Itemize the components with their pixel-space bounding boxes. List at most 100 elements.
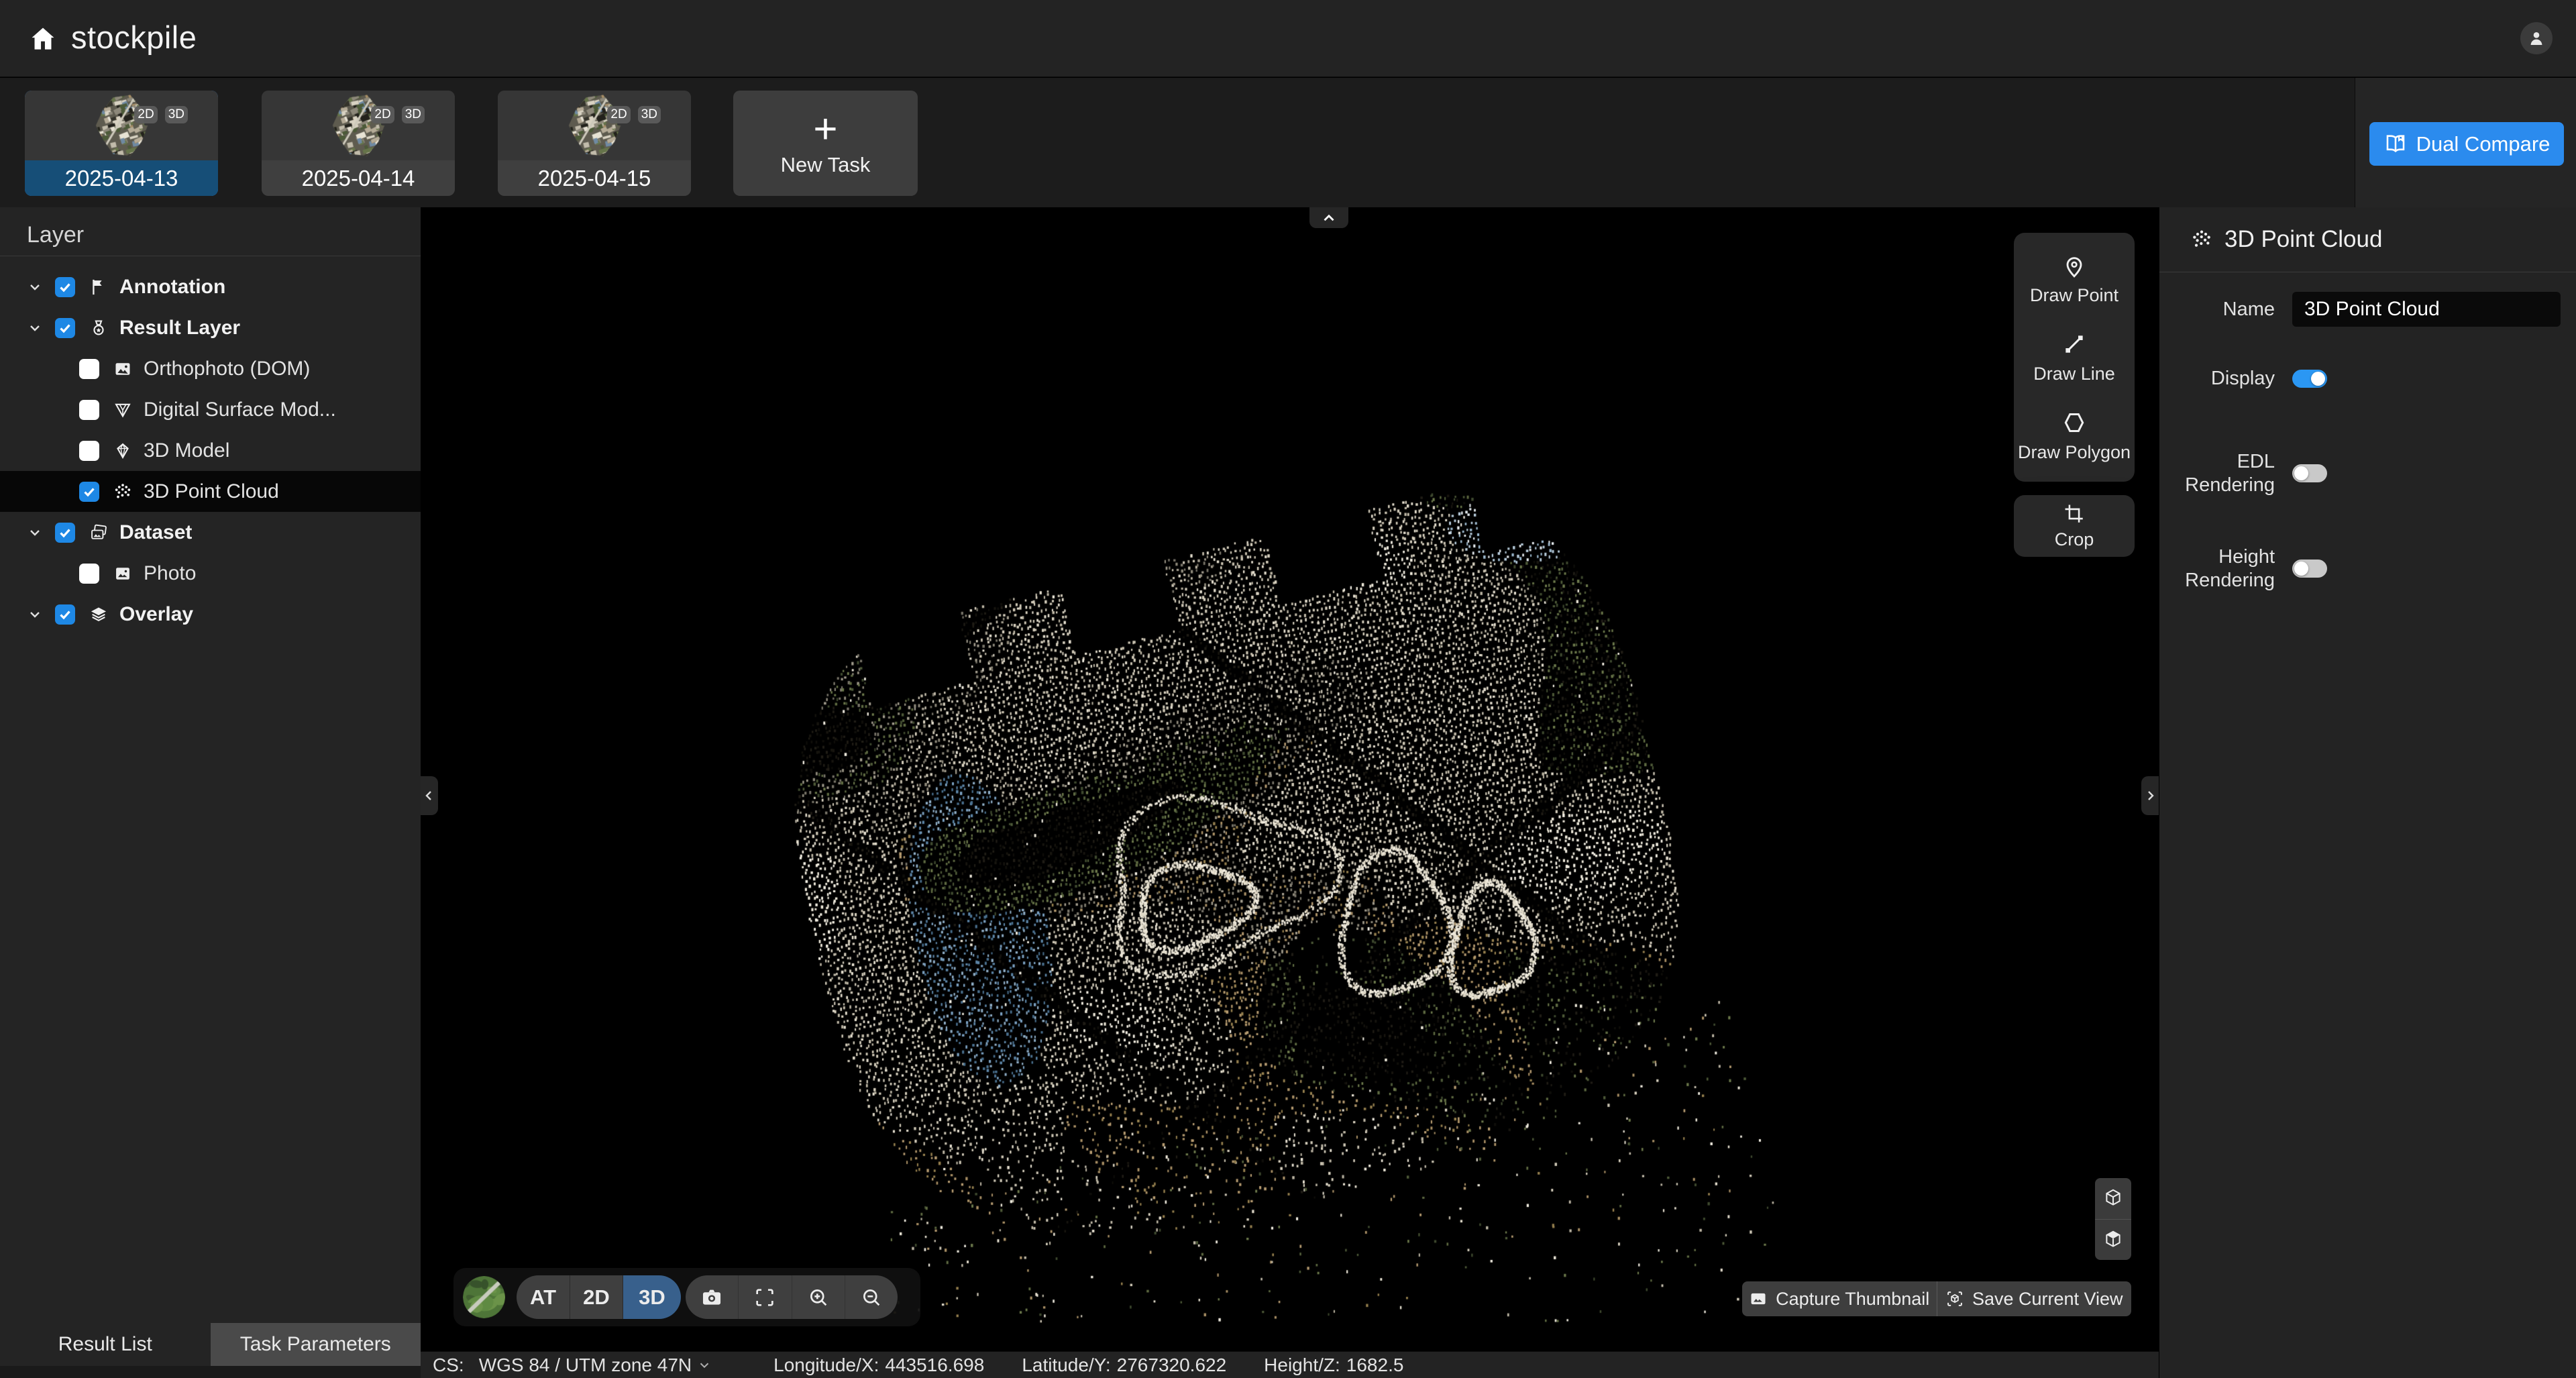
sidebar-footer xyxy=(0,1366,421,1378)
properties-title: 3D Point Cloud xyxy=(2224,226,2382,253)
draw-polygon-button[interactable]: Draw Polygon xyxy=(2014,396,2135,475)
badge-3d[interactable]: 3D xyxy=(402,106,425,123)
draw-line-button[interactable]: Draw Line xyxy=(2014,318,2135,396)
badge-3d[interactable]: 3D xyxy=(638,106,661,123)
frame-corners-icon xyxy=(753,1286,776,1309)
task-date: 2025-04-15 xyxy=(498,160,691,196)
height-rendering-toggle[interactable] xyxy=(2292,560,2327,578)
checkbox-checked[interactable] xyxy=(55,523,75,543)
badge-2d[interactable]: 2D xyxy=(134,106,157,123)
layer-item-label: Orthophoto (DOM) xyxy=(144,358,310,380)
badge-3d[interactable]: 3D xyxy=(165,106,188,123)
crop-button[interactable]: Crop xyxy=(2014,495,2135,557)
task-date: 2025-04-13 xyxy=(25,160,218,196)
checkbox-checked[interactable] xyxy=(55,277,75,297)
status-bar: CS: WGS 84 / UTM zone 47N Longitude/X: 4… xyxy=(421,1351,2159,1378)
layer-item-label: Result Layer xyxy=(119,317,240,339)
chevron-down-icon[interactable] xyxy=(27,606,55,623)
app-window: stockpile 2D 3D 2025-04-13 2D xyxy=(0,0,2576,1378)
cube-clip-button[interactable] xyxy=(2095,1219,2131,1261)
viewer-tools-group xyxy=(686,1275,898,1319)
view-actions-bar: Capture Thumbnail Save Current View xyxy=(1742,1281,2131,1316)
mode-2d-button[interactable]: 2D xyxy=(570,1275,623,1319)
photo-icon xyxy=(113,564,133,584)
cs-value[interactable]: WGS 84 / UTM zone 47N xyxy=(479,1355,692,1376)
point-cloud-canvas[interactable] xyxy=(421,207,2159,1351)
task-card-2025-04-15[interactable]: 2D 3D 2025-04-15 xyxy=(498,91,691,196)
layer-item-dataset[interactable]: Dataset xyxy=(0,512,421,553)
photos-icon xyxy=(89,523,109,543)
layer-tree: Annotation Result Layer Orthophoto (DOM) xyxy=(0,266,421,635)
top-nav: stockpile xyxy=(0,0,2576,77)
checkbox-checked[interactable] xyxy=(55,604,75,625)
badge-2d[interactable]: 2D xyxy=(371,106,394,123)
cube-icon xyxy=(2102,1187,2124,1209)
checkbox-unchecked[interactable] xyxy=(79,359,99,379)
layer-item-orthophoto[interactable]: Orthophoto (DOM) xyxy=(0,348,421,389)
chevron-down-icon[interactable] xyxy=(27,525,55,541)
latitude-label: Latitude/Y: xyxy=(1022,1355,1110,1376)
layer-item-result-layer[interactable]: Result Layer xyxy=(0,307,421,348)
layer-item-3d-point-cloud[interactable]: 3D Point Cloud xyxy=(0,471,421,512)
layer-item-label: Photo xyxy=(144,562,196,585)
view-cube-panel xyxy=(2095,1178,2131,1260)
collapse-right-panel-button[interactable] xyxy=(2141,776,2159,815)
name-input[interactable] xyxy=(2292,292,2561,327)
strip-right-section: Dual Compare xyxy=(2355,78,2576,207)
user-avatar-button[interactable] xyxy=(2520,22,2553,54)
mode-at-button[interactable]: AT xyxy=(517,1275,570,1319)
zoom-in-button[interactable] xyxy=(792,1275,845,1319)
draw-point-button[interactable]: Draw Point xyxy=(2014,240,2135,318)
layer-item-label: 3D Model xyxy=(144,439,229,462)
display-toggle[interactable] xyxy=(2292,370,2327,388)
save-current-view-button[interactable]: Save Current View xyxy=(1937,1281,2132,1316)
new-task-button[interactable]: + New Task xyxy=(733,91,918,196)
layer-item-overlay[interactable]: Overlay xyxy=(0,594,421,635)
chevron-down-icon[interactable] xyxy=(27,279,55,295)
checkbox-checked[interactable] xyxy=(55,318,75,338)
dual-compare-button[interactable]: Dual Compare xyxy=(2369,122,2564,166)
draw-toolbar: Draw Point Draw Line Draw Polygon xyxy=(2014,233,2135,482)
new-task-label: New Task xyxy=(781,153,871,177)
image-icon xyxy=(1749,1289,1768,1308)
checkbox-checked[interactable] xyxy=(79,482,99,502)
checkbox-unchecked[interactable] xyxy=(79,441,99,461)
layer-item-label: Annotation xyxy=(119,276,225,299)
layer-item-dsm[interactable]: Digital Surface Mod... xyxy=(0,389,421,430)
task-card-2025-04-14[interactable]: 2D 3D 2025-04-14 xyxy=(262,91,455,196)
task-thumbnail: 2D 3D xyxy=(25,91,218,160)
screenshot-button[interactable] xyxy=(686,1275,738,1319)
collapse-task-strip-button[interactable] xyxy=(1309,207,1348,228)
collapse-left-panel-button[interactable] xyxy=(421,776,438,815)
basemap-thumbnail-button[interactable] xyxy=(463,1276,505,1318)
line-icon xyxy=(2061,331,2088,358)
checkbox-unchecked[interactable] xyxy=(79,564,99,584)
fit-view-button[interactable] xyxy=(738,1275,791,1319)
crop-label: Crop xyxy=(2055,529,2094,550)
checkbox-unchecked[interactable] xyxy=(79,400,99,420)
edl-row: EDL Rendering xyxy=(2174,450,2327,497)
home-button[interactable] xyxy=(25,21,60,56)
zoom-out-button[interactable] xyxy=(845,1275,898,1319)
crop-icon xyxy=(2063,502,2086,525)
task-card-2025-04-13[interactable]: 2D 3D 2025-04-13 xyxy=(25,91,218,196)
user-icon xyxy=(2527,29,2546,48)
layer-item-photo[interactable]: Photo xyxy=(0,553,421,594)
tab-task-parameters[interactable]: Task Parameters xyxy=(211,1323,421,1366)
capture-thumbnail-button[interactable]: Capture Thumbnail xyxy=(1742,1281,1937,1316)
layer-item-3d-model[interactable]: 3D Model xyxy=(0,430,421,471)
edl-rendering-toggle[interactable] xyxy=(2292,464,2327,482)
chevron-down-icon[interactable] xyxy=(27,320,55,336)
badge-2d[interactable]: 2D xyxy=(607,106,630,123)
point-cloud-icon xyxy=(113,482,133,502)
flag-icon xyxy=(89,277,109,297)
layer-item-annotation[interactable]: Annotation xyxy=(0,266,421,307)
properties-panel: 3D Point Cloud Name Display EDL Renderin… xyxy=(2159,207,2576,1378)
draw-point-label: Draw Point xyxy=(2030,285,2118,306)
latitude-value: 2767320.622 xyxy=(1117,1355,1227,1376)
tab-result-list[interactable]: Result List xyxy=(0,1323,211,1366)
cube-view-button[interactable] xyxy=(2095,1178,2131,1219)
chevron-down-icon[interactable] xyxy=(697,1358,712,1373)
height-row: Height Rendering xyxy=(2174,545,2327,592)
mode-3d-button[interactable]: 3D xyxy=(623,1275,681,1319)
